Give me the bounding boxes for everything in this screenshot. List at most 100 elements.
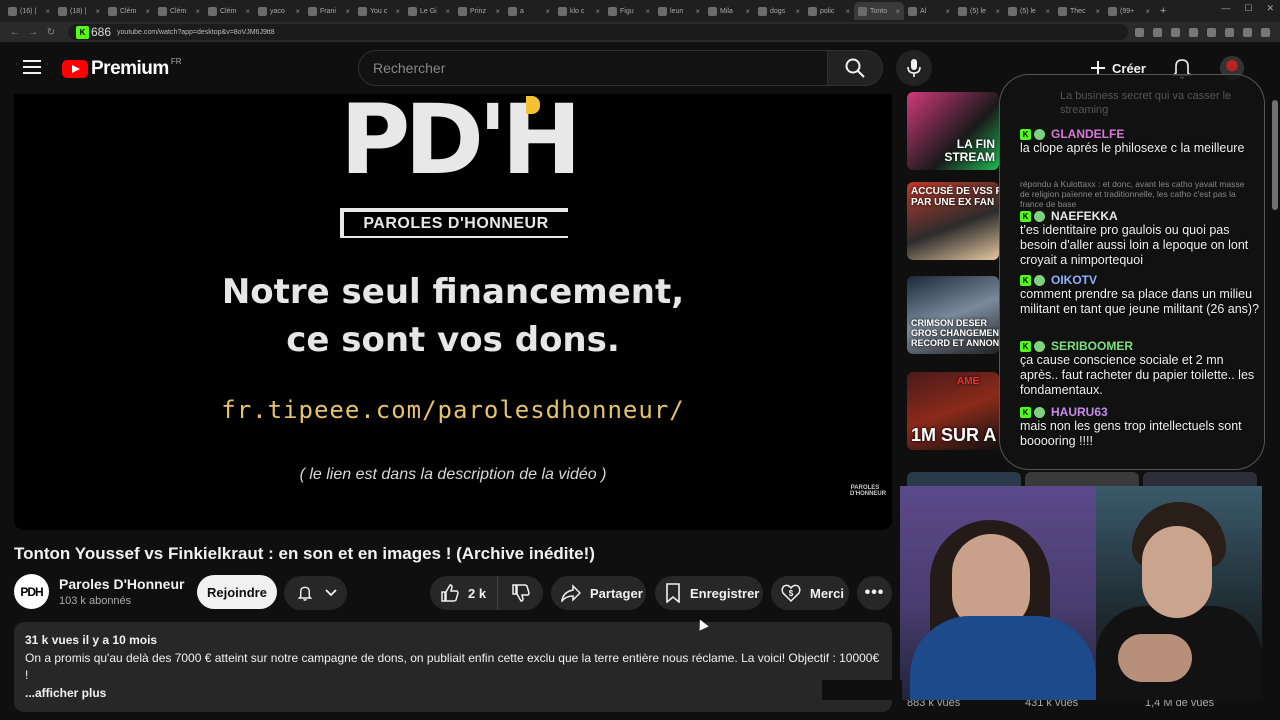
scrollbar-thumb[interactable] [1272, 100, 1278, 210]
chat-username: OIKOTV [1051, 273, 1098, 287]
browser-tab[interactable]: Mila × [704, 2, 754, 20]
browser-tab[interactable]: Le Gi × [404, 2, 454, 20]
recommended-thumbnail[interactable]: ACCUSÉ DE VSS PAR PAR UNE EX FAN [907, 182, 999, 260]
share-button[interactable]: Partager [551, 576, 646, 610]
browser-tab[interactable]: leun × [654, 2, 704, 20]
thumbnail-text: ACCUSÉ DE VSS PAR PAR UNE EX FAN [911, 186, 999, 208]
tab-favicon-icon [408, 6, 417, 16]
browser-tab[interactable]: (18) | × [54, 2, 104, 20]
tab-close-icon[interactable]: × [95, 7, 100, 16]
browser-tab[interactable]: Tonto × [854, 2, 904, 20]
browser-tab[interactable]: You c × [354, 2, 404, 20]
tab-close-icon[interactable]: × [695, 7, 700, 16]
join-button[interactable]: Rejoindre [197, 575, 277, 609]
voice-search-button[interactable] [896, 50, 932, 86]
hamburger-menu-icon[interactable] [23, 60, 41, 74]
tab-close-icon[interactable]: × [845, 7, 850, 16]
browser-tab[interactable]: polic × [804, 2, 854, 20]
browser-tab[interactable]: (99+ × [1104, 2, 1154, 20]
browser-tab[interactable]: dogs × [754, 2, 804, 20]
back-icon[interactable]: ← [6, 27, 24, 38]
tab-close-icon[interactable]: × [345, 7, 350, 16]
extension-icon[interactable] [1171, 27, 1180, 37]
recommended-thumbnail[interactable]: CRIMSON DESER GROS CHANGEMENT RECORD ET … [907, 276, 999, 354]
extension-icon[interactable] [1207, 27, 1216, 37]
browser-tab[interactable]: (16) | × [4, 2, 54, 20]
thanks-button[interactable]: $ Merci [771, 576, 849, 610]
extension-icon[interactable] [1261, 27, 1270, 37]
video-player[interactable]: PD'H PAROLES D'HONNEUR Notre seul financ… [14, 94, 892, 530]
browser-tab[interactable]: (5) le × [954, 2, 1004, 20]
browser-tab[interactable]: a × [504, 2, 554, 20]
tab-close-icon[interactable]: × [795, 7, 800, 16]
more-actions-button[interactable]: ••• [857, 576, 892, 610]
tab-close-icon[interactable]: × [245, 7, 250, 16]
browser-tab[interactable]: Clém × [154, 2, 204, 20]
tab-close-icon[interactable]: × [595, 7, 600, 16]
extension-icon[interactable] [1135, 27, 1144, 37]
browser-tab[interactable]: (5) le × [1004, 2, 1054, 20]
tab-close-icon[interactable]: × [1095, 7, 1100, 16]
browser-tab[interactable]: klo c × [554, 2, 604, 20]
url-text: youtube.com/watch?app=desktop&v=8oVJM6J9… [117, 28, 275, 36]
tab-close-icon[interactable]: × [395, 7, 400, 16]
browser-tab[interactable]: Al × [904, 2, 954, 20]
search-icon [845, 58, 865, 78]
extension-icon[interactable] [1189, 27, 1198, 37]
page-scrollbar[interactable] [1272, 94, 1278, 694]
chat-message-text: t'es identitaire pro gaulois ou quoi pas… [1020, 223, 1249, 267]
recommended-thumbnail[interactable]: AME 1M SUR A [907, 372, 999, 450]
recommended-thumbnail[interactable]: LA FIN STREAM [907, 92, 999, 170]
tab-close-icon[interactable]: × [45, 7, 50, 16]
tab-close-icon[interactable]: × [1145, 7, 1150, 16]
youtube-premium-logo[interactable]: Premium FR [62, 57, 181, 80]
tab-close-icon[interactable]: × [745, 7, 750, 16]
browser-tab[interactable]: Frani × [304, 2, 354, 20]
browser-tab[interactable]: Figu × [604, 2, 654, 20]
tab-close-icon[interactable]: × [995, 7, 1000, 16]
browser-tab[interactable]: Clém × [104, 2, 154, 20]
chat-message-header: K GLANDELFE [1020, 127, 1260, 141]
forward-icon[interactable]: → [24, 27, 42, 38]
streamer-hands [1118, 634, 1192, 682]
tab-close-icon[interactable]: × [645, 7, 650, 16]
browser-tab[interactable]: Clém × [204, 2, 254, 20]
bookmark-icon [666, 583, 680, 603]
search-input[interactable] [358, 50, 828, 86]
tab-close-icon[interactable]: × [145, 7, 150, 16]
tab-close-icon[interactable]: × [445, 7, 450, 16]
subscriber-count: 103 k abonnés [59, 595, 132, 607]
new-tab-icon[interactable]: + [1160, 5, 1166, 17]
address-bar[interactable]: K 686 youtube.com/watch?app=desktop&v=8o… [68, 24, 1128, 40]
close-window-icon[interactable]: ✕ [1266, 3, 1274, 14]
tab-close-icon[interactable]: × [945, 7, 950, 16]
tab-close-icon[interactable]: × [495, 7, 500, 16]
browser-tab[interactable]: Thec × [1054, 2, 1104, 20]
tab-close-icon[interactable]: × [295, 7, 300, 16]
like-button[interactable]: 2 k [430, 576, 497, 610]
maximize-icon[interactable]: ☐ [1244, 3, 1252, 14]
save-button[interactable]: Enregistrer [655, 576, 763, 610]
browser-tab[interactable]: yaco × [254, 2, 304, 20]
channel-name[interactable]: Paroles D'Honneur [59, 576, 184, 592]
extension-icons [1135, 27, 1270, 37]
extension-icon[interactable] [1225, 27, 1234, 37]
show-more-link[interactable]: ...afficher plus [25, 685, 881, 703]
dislike-button[interactable] [497, 576, 543, 610]
tab-close-icon[interactable]: × [1045, 7, 1050, 16]
tab-close-icon[interactable]: × [195, 7, 200, 16]
tab-close-icon[interactable]: × [545, 7, 550, 16]
thumbs-up-icon [441, 584, 459, 602]
extension-icon[interactable] [1153, 27, 1162, 37]
subscription-bell-button[interactable] [284, 576, 347, 610]
video-description[interactable]: 31 k vues il y a 10 mois On a promis qu'… [14, 622, 892, 712]
minimize-icon[interactable]: — [1221, 3, 1230, 14]
channel-avatar[interactable]: PDH [14, 574, 49, 609]
logo-text: Premium [91, 58, 169, 79]
tab-close-icon[interactable]: × [895, 7, 900, 16]
extension-icon[interactable] [1243, 27, 1252, 37]
skull-badge-icon [1034, 406, 1045, 418]
browser-tab[interactable]: Prinz × [454, 2, 504, 20]
search-button[interactable] [827, 50, 883, 86]
reload-icon[interactable]: ↻ [42, 27, 60, 38]
